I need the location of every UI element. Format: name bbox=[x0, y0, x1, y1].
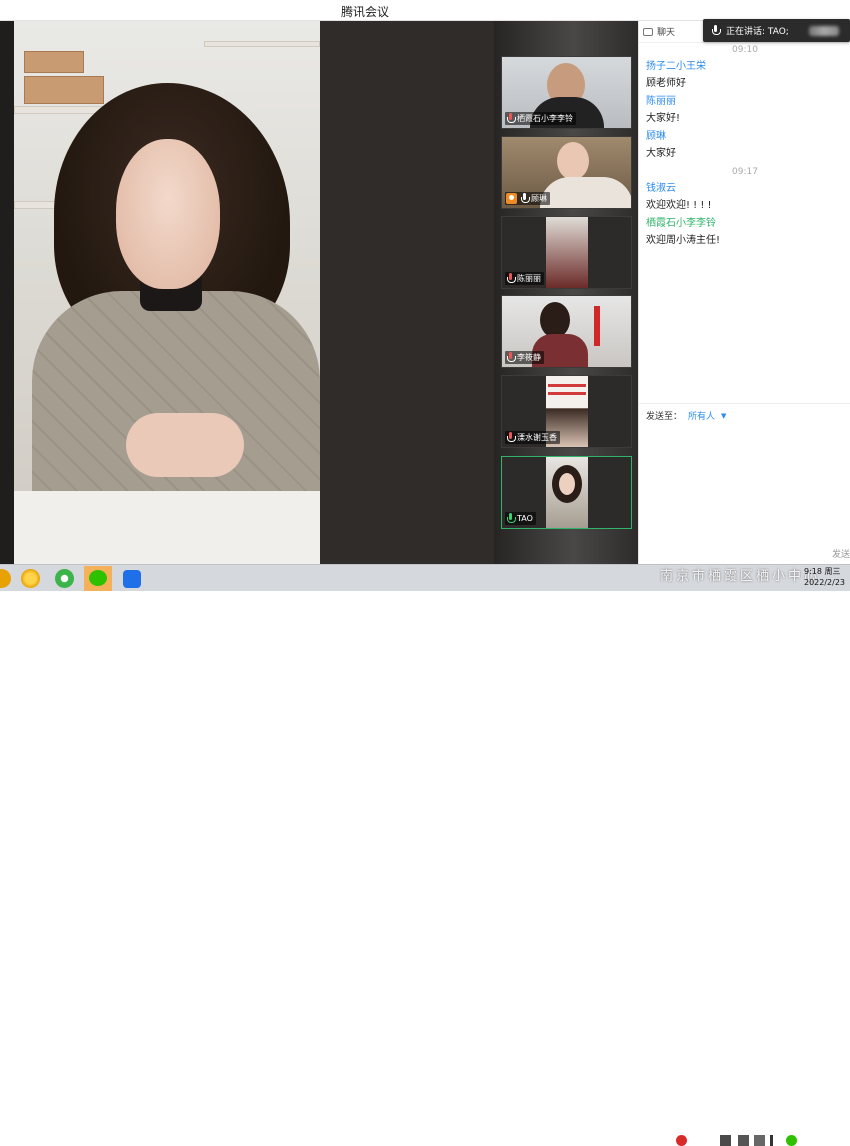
title-bar: 腾讯会议 bbox=[0, 0, 850, 21]
clock-time: 9:18 周三 bbox=[804, 567, 841, 576]
chat-panel: 聊天 09:10 扬子二小王栄 顾老师好 陈丽丽 大家好! 顾琳 大家好 09:… bbox=[638, 21, 850, 564]
taskbar-app-icon[interactable] bbox=[21, 569, 40, 588]
participant-nameplate: 溧水谢玉香 bbox=[505, 431, 560, 444]
chevron-down-icon[interactable]: ▼ bbox=[721, 412, 726, 420]
participant-rail: 栖霞石小李李铃 顾琳 陈丽丽 李筱静 溧水谢玉香 TAO bbox=[494, 21, 638, 564]
chat-message: 顾老师好 bbox=[646, 78, 686, 89]
video-margin bbox=[320, 21, 494, 564]
chat-title: 聊天 bbox=[657, 28, 676, 38]
participant-name: 顾琳 bbox=[531, 194, 547, 203]
browser-icon[interactable] bbox=[55, 569, 74, 588]
participant-nameplate: 顾琳 bbox=[505, 192, 550, 205]
mic-muted-icon bbox=[506, 432, 516, 443]
volume-icon[interactable] bbox=[770, 1135, 781, 1146]
participant-tile[interactable]: 陈丽丽 bbox=[501, 216, 632, 289]
tray-network-icon[interactable] bbox=[720, 1135, 731, 1146]
participant-tile[interactable]: 李筱静 bbox=[501, 295, 632, 368]
send-to-label: 发送至： bbox=[646, 412, 683, 422]
chat-message: 大家好! bbox=[646, 113, 681, 124]
participant-tile-active[interactable]: TAO bbox=[501, 456, 632, 529]
chat-messages: 09:10 扬子二小王栄 顾老师好 陈丽丽 大家好! 顾琳 大家好 09:17 … bbox=[639, 43, 850, 250]
chat-sender: 扬子二小王栄 bbox=[646, 61, 706, 72]
chat-timestamp: 09:10 bbox=[732, 45, 758, 55]
participant-name: 陈丽丽 bbox=[517, 274, 541, 283]
person-coat bbox=[32, 291, 320, 521]
chat-message: 大家好 bbox=[646, 148, 676, 159]
participant-nameplate: 栖霞石小李李铃 bbox=[505, 112, 576, 125]
tencent-meeting-icon bbox=[123, 570, 141, 588]
speaker-video[interactable] bbox=[14, 21, 320, 564]
shelf bbox=[204, 41, 320, 47]
wechat-icon bbox=[89, 570, 107, 586]
mic-muted-icon bbox=[506, 352, 516, 363]
send-to-selector[interactable]: 发送至： 所有人 ▼ bbox=[639, 403, 850, 427]
main-video-area bbox=[0, 21, 494, 564]
participant-name: 溧水谢玉香 bbox=[517, 433, 557, 442]
chat-sender: 顾琳 bbox=[646, 131, 666, 142]
person-face bbox=[116, 139, 220, 289]
taskbar-meeting-button[interactable] bbox=[118, 566, 146, 591]
speaking-banner: 正在讲话: TAO; bbox=[703, 19, 850, 42]
participant-nameplate: TAO bbox=[505, 512, 536, 525]
speaking-text: 正在讲话: TAO; bbox=[726, 27, 789, 37]
tray-display-icon[interactable] bbox=[738, 1135, 749, 1146]
taskbar-app-icon[interactable] bbox=[0, 569, 11, 588]
chat-timestamp: 09:17 bbox=[732, 167, 758, 177]
participant-tile[interactable]: 溧水谢玉香 bbox=[501, 375, 632, 448]
tray-app-icon[interactable] bbox=[676, 1135, 687, 1146]
watermark: 南京市栖霞区栖小中心 bbox=[660, 569, 821, 584]
participant-tile[interactable]: 栖霞石小李李铃 bbox=[501, 56, 632, 129]
participant-nameplate: 李筱静 bbox=[505, 351, 544, 364]
participant-name: 李筱静 bbox=[517, 353, 541, 362]
mic-muted-icon bbox=[506, 273, 516, 284]
participant-name: 栖霞石小李李铃 bbox=[517, 114, 573, 123]
left-strip bbox=[0, 21, 14, 564]
chat-icon bbox=[643, 27, 653, 36]
clock-date: 2022/2/23 bbox=[804, 578, 846, 587]
wechat-tray-icon[interactable] bbox=[786, 1135, 797, 1146]
window-controls[interactable] bbox=[808, 25, 839, 36]
mic-icon bbox=[711, 25, 721, 36]
tray-battery-icon[interactable] bbox=[754, 1135, 765, 1146]
box bbox=[24, 76, 104, 104]
participant-name: TAO bbox=[517, 514, 533, 523]
send-button[interactable]: 发送 bbox=[832, 547, 850, 560]
participant-tile[interactable]: 顾琳 bbox=[501, 136, 632, 209]
chat-message: 欢迎欢迎! ! ! ! bbox=[646, 200, 712, 211]
clock[interactable]: 9:18 周三 2022/2/23 bbox=[804, 566, 850, 588]
mic-muted-icon bbox=[506, 113, 516, 124]
box bbox=[24, 51, 84, 73]
desk bbox=[14, 491, 320, 564]
send-to-value[interactable]: 所有人 bbox=[688, 409, 715, 422]
taskbar-wechat-button[interactable] bbox=[84, 566, 112, 591]
person-hands bbox=[126, 413, 244, 477]
participant-nameplate: 陈丽丽 bbox=[505, 272, 544, 285]
mic-icon bbox=[520, 193, 530, 204]
chat-sender-self: 栖霞石小李李铃 bbox=[646, 218, 716, 229]
chat-message: 欢迎周小涛主任! bbox=[646, 235, 721, 246]
mic-speaking-icon bbox=[506, 513, 516, 524]
chat-sender: 陈丽丽 bbox=[646, 96, 676, 107]
window-title: 腾讯会议 bbox=[340, 5, 389, 19]
chat-sender: 钱淑云 bbox=[646, 183, 676, 194]
host-icon bbox=[506, 193, 517, 204]
